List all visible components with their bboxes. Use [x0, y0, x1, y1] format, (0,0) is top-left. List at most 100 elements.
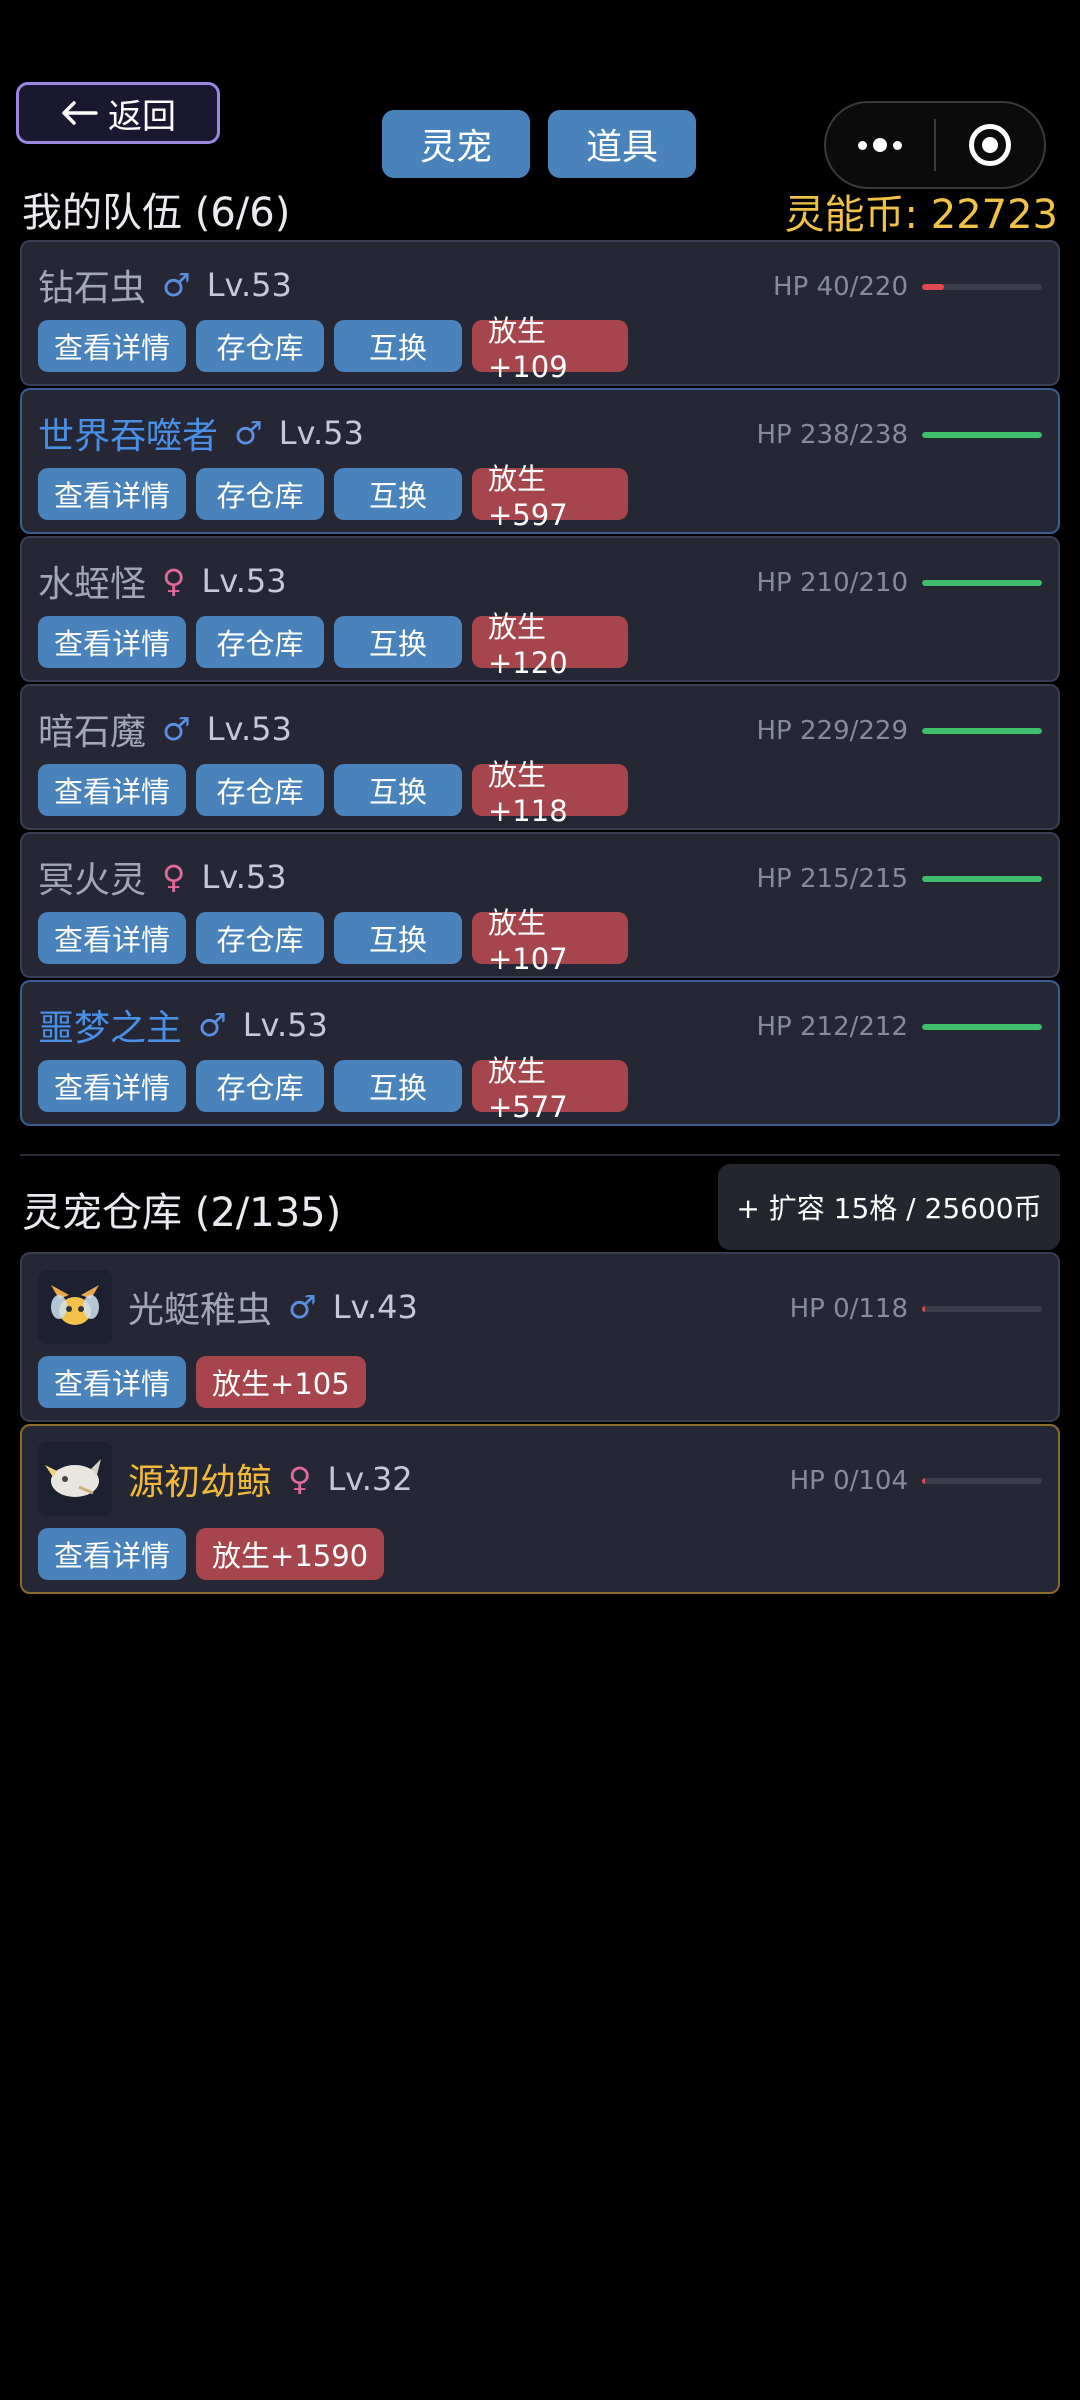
hp-bar — [922, 1306, 1042, 1312]
view-detail-button[interactable]: 查看详情 — [38, 912, 186, 964]
team-card: 暗石魔 ♂ Lv.53 HP 229/229 查看详情 存仓库 互换 放生+118 — [20, 684, 1060, 830]
store-button[interactable]: 存仓库 — [196, 320, 324, 372]
pet-name: 噩梦之主 — [38, 1008, 183, 1049]
card-header: 钻石虫 ♂ Lv.53 — [38, 260, 292, 310]
action-buttons: 查看详情 存仓库 互换 放生+120 — [38, 610, 628, 680]
swap-button[interactable]: 互换 — [334, 616, 462, 668]
store-button[interactable]: 存仓库 — [196, 764, 324, 816]
action-buttons: 查看详情 存仓库 互换 放生+118 — [38, 758, 628, 828]
swap-button[interactable]: 互换 — [334, 468, 462, 520]
pet-name: 光蜓稚虫 — [128, 1290, 273, 1331]
hp-text: HP 40/220 — [773, 272, 908, 302]
pet-name: 冥火灵 — [38, 860, 147, 901]
card-header: 世界吞噬者 ♂ Lv.53 — [38, 408, 364, 458]
male-icon: ♂ — [198, 1006, 227, 1044]
hp-text: HP 229/229 — [756, 716, 908, 746]
team-card: 水蛭怪 ♀ Lv.53 HP 210/210 查看详情 存仓库 互换 放生+120 — [20, 536, 1060, 682]
view-detail-button[interactable]: 查看详情 — [38, 616, 186, 668]
release-button[interactable]: 放生+118 — [472, 758, 628, 828]
pet-level: Lv.43 — [332, 1288, 418, 1326]
view-detail-button[interactable]: 查看详情 — [38, 1060, 186, 1112]
hp-bar — [922, 728, 1042, 734]
release-button[interactable]: 放生+120 — [472, 610, 628, 680]
release-button[interactable]: 放生+597 — [472, 462, 628, 532]
action-buttons: 查看详情 存仓库 互换 放生+109 — [38, 314, 628, 384]
team-card: 冥火灵 ♀ Lv.53 HP 215/215 查看详情 存仓库 互换 放生+107 — [20, 832, 1060, 978]
pet-avatar — [38, 1270, 112, 1344]
storage-card: 源初幼鲸 ♀ Lv.32 HP 0/104 查看详情 放生+1590 — [20, 1424, 1060, 1594]
hp-bar — [922, 284, 1042, 290]
action-buttons: 查看详情 放生+1590 — [38, 1528, 385, 1580]
hp-bar — [922, 876, 1042, 882]
store-button[interactable]: 存仓库 — [196, 468, 324, 520]
tab-pets[interactable]: 灵宠 — [382, 110, 530, 178]
card-header: 噩梦之主 ♂ Lv.53 — [38, 1000, 328, 1050]
view-detail-button[interactable]: 查看详情 — [38, 764, 186, 816]
expand-storage-button[interactable]: + 扩容 15格 / 25600币 — [718, 1164, 1060, 1250]
hp-bar — [922, 1478, 1042, 1484]
pet-level: Lv.53 — [206, 266, 292, 304]
card-header: 暗石魔 ♂ Lv.53 — [38, 704, 292, 754]
release-button[interactable]: 放生+1590 — [196, 1528, 385, 1580]
female-icon: ♀ — [162, 562, 186, 600]
pet-name: 钻石虫 — [38, 268, 147, 309]
hp-text: HP 238/238 — [756, 420, 908, 450]
female-icon: ♀ — [162, 858, 186, 896]
action-buttons: 查看详情 存仓库 互换 放生+107 — [38, 906, 628, 976]
hp-bar — [922, 432, 1042, 438]
swap-button[interactable]: 互换 — [334, 764, 462, 816]
pet-name: 暗石魔 — [38, 712, 147, 753]
miniprogram-capsule — [824, 101, 1046, 189]
swap-button[interactable]: 互换 — [334, 1060, 462, 1112]
pet-level: Lv.32 — [327, 1460, 413, 1498]
release-button[interactable]: 放生+107 — [472, 906, 628, 976]
close-miniprogram-button[interactable] — [936, 103, 1044, 187]
arrow-left-icon — [62, 101, 98, 125]
back-button[interactable]: 返回 — [16, 82, 220, 144]
action-buttons: 查看详情 存仓库 互换 放生+597 — [38, 462, 628, 532]
pet-level: Lv.53 — [201, 562, 287, 600]
tab-items[interactable]: 道具 — [548, 110, 696, 178]
more-button[interactable] — [826, 103, 934, 187]
male-icon: ♂ — [162, 710, 191, 748]
male-icon: ♂ — [162, 266, 191, 304]
store-button[interactable]: 存仓库 — [196, 616, 324, 668]
team-card: 世界吞噬者 ♂ Lv.53 HP 238/238 查看详情 存仓库 互换 放生+597 — [20, 388, 1060, 534]
hp-bar — [922, 580, 1042, 586]
male-icon: ♂ — [288, 1288, 317, 1326]
team-card: 噩梦之主 ♂ Lv.53 HP 212/212 查看详情 存仓库 互换 放生+577 — [20, 980, 1060, 1126]
female-icon: ♀ — [288, 1460, 312, 1498]
release-button[interactable]: 放生+105 — [196, 1356, 366, 1408]
hp-text: HP 0/118 — [789, 1294, 908, 1324]
swap-button[interactable]: 互换 — [334, 320, 462, 372]
release-button[interactable]: 放生+577 — [472, 1054, 628, 1124]
store-button[interactable]: 存仓库 — [196, 912, 324, 964]
hp-text: HP 0/104 — [789, 1466, 908, 1496]
card-header: 光蜓稚虫 ♂ Lv.43 — [38, 1268, 418, 1346]
section-divider — [20, 1154, 1060, 1156]
view-detail-button[interactable]: 查看详情 — [38, 1528, 187, 1580]
male-icon: ♂ — [234, 414, 263, 452]
back-label: 返回 — [108, 96, 176, 137]
release-button[interactable]: 放生+109 — [472, 314, 628, 384]
more-dots-icon — [858, 138, 902, 152]
pet-level: Lv.53 — [206, 710, 292, 748]
target-circle-icon — [969, 124, 1011, 166]
view-detail-button[interactable]: 查看详情 — [38, 468, 186, 520]
store-button[interactable]: 存仓库 — [196, 1060, 324, 1112]
view-detail-button[interactable]: 查看详情 — [38, 320, 186, 372]
team-card: 钻石虫 ♂ Lv.53 HP 40/220 查看详情 存仓库 互换 放生+109 — [20, 240, 1060, 386]
pet-name: 世界吞噬者 — [38, 416, 219, 457]
hp-text: HP 215/215 — [756, 864, 908, 894]
hp-text: HP 210/210 — [756, 568, 908, 598]
pet-avatar — [38, 1442, 112, 1516]
pet-name: 源初幼鲸 — [128, 1462, 273, 1503]
action-buttons: 查看详情 存仓库 互换 放生+577 — [38, 1054, 628, 1124]
swap-button[interactable]: 互换 — [334, 912, 462, 964]
card-header: 源初幼鲸 ♀ Lv.32 — [38, 1440, 413, 1518]
storage-title: 灵宠仓库 (2/135) — [22, 1190, 342, 1236]
card-header: 冥火灵 ♀ Lv.53 — [38, 852, 287, 902]
view-detail-button[interactable]: 查看详情 — [38, 1356, 187, 1408]
pet-level: Lv.53 — [201, 858, 287, 896]
pet-level: Lv.53 — [278, 414, 364, 452]
